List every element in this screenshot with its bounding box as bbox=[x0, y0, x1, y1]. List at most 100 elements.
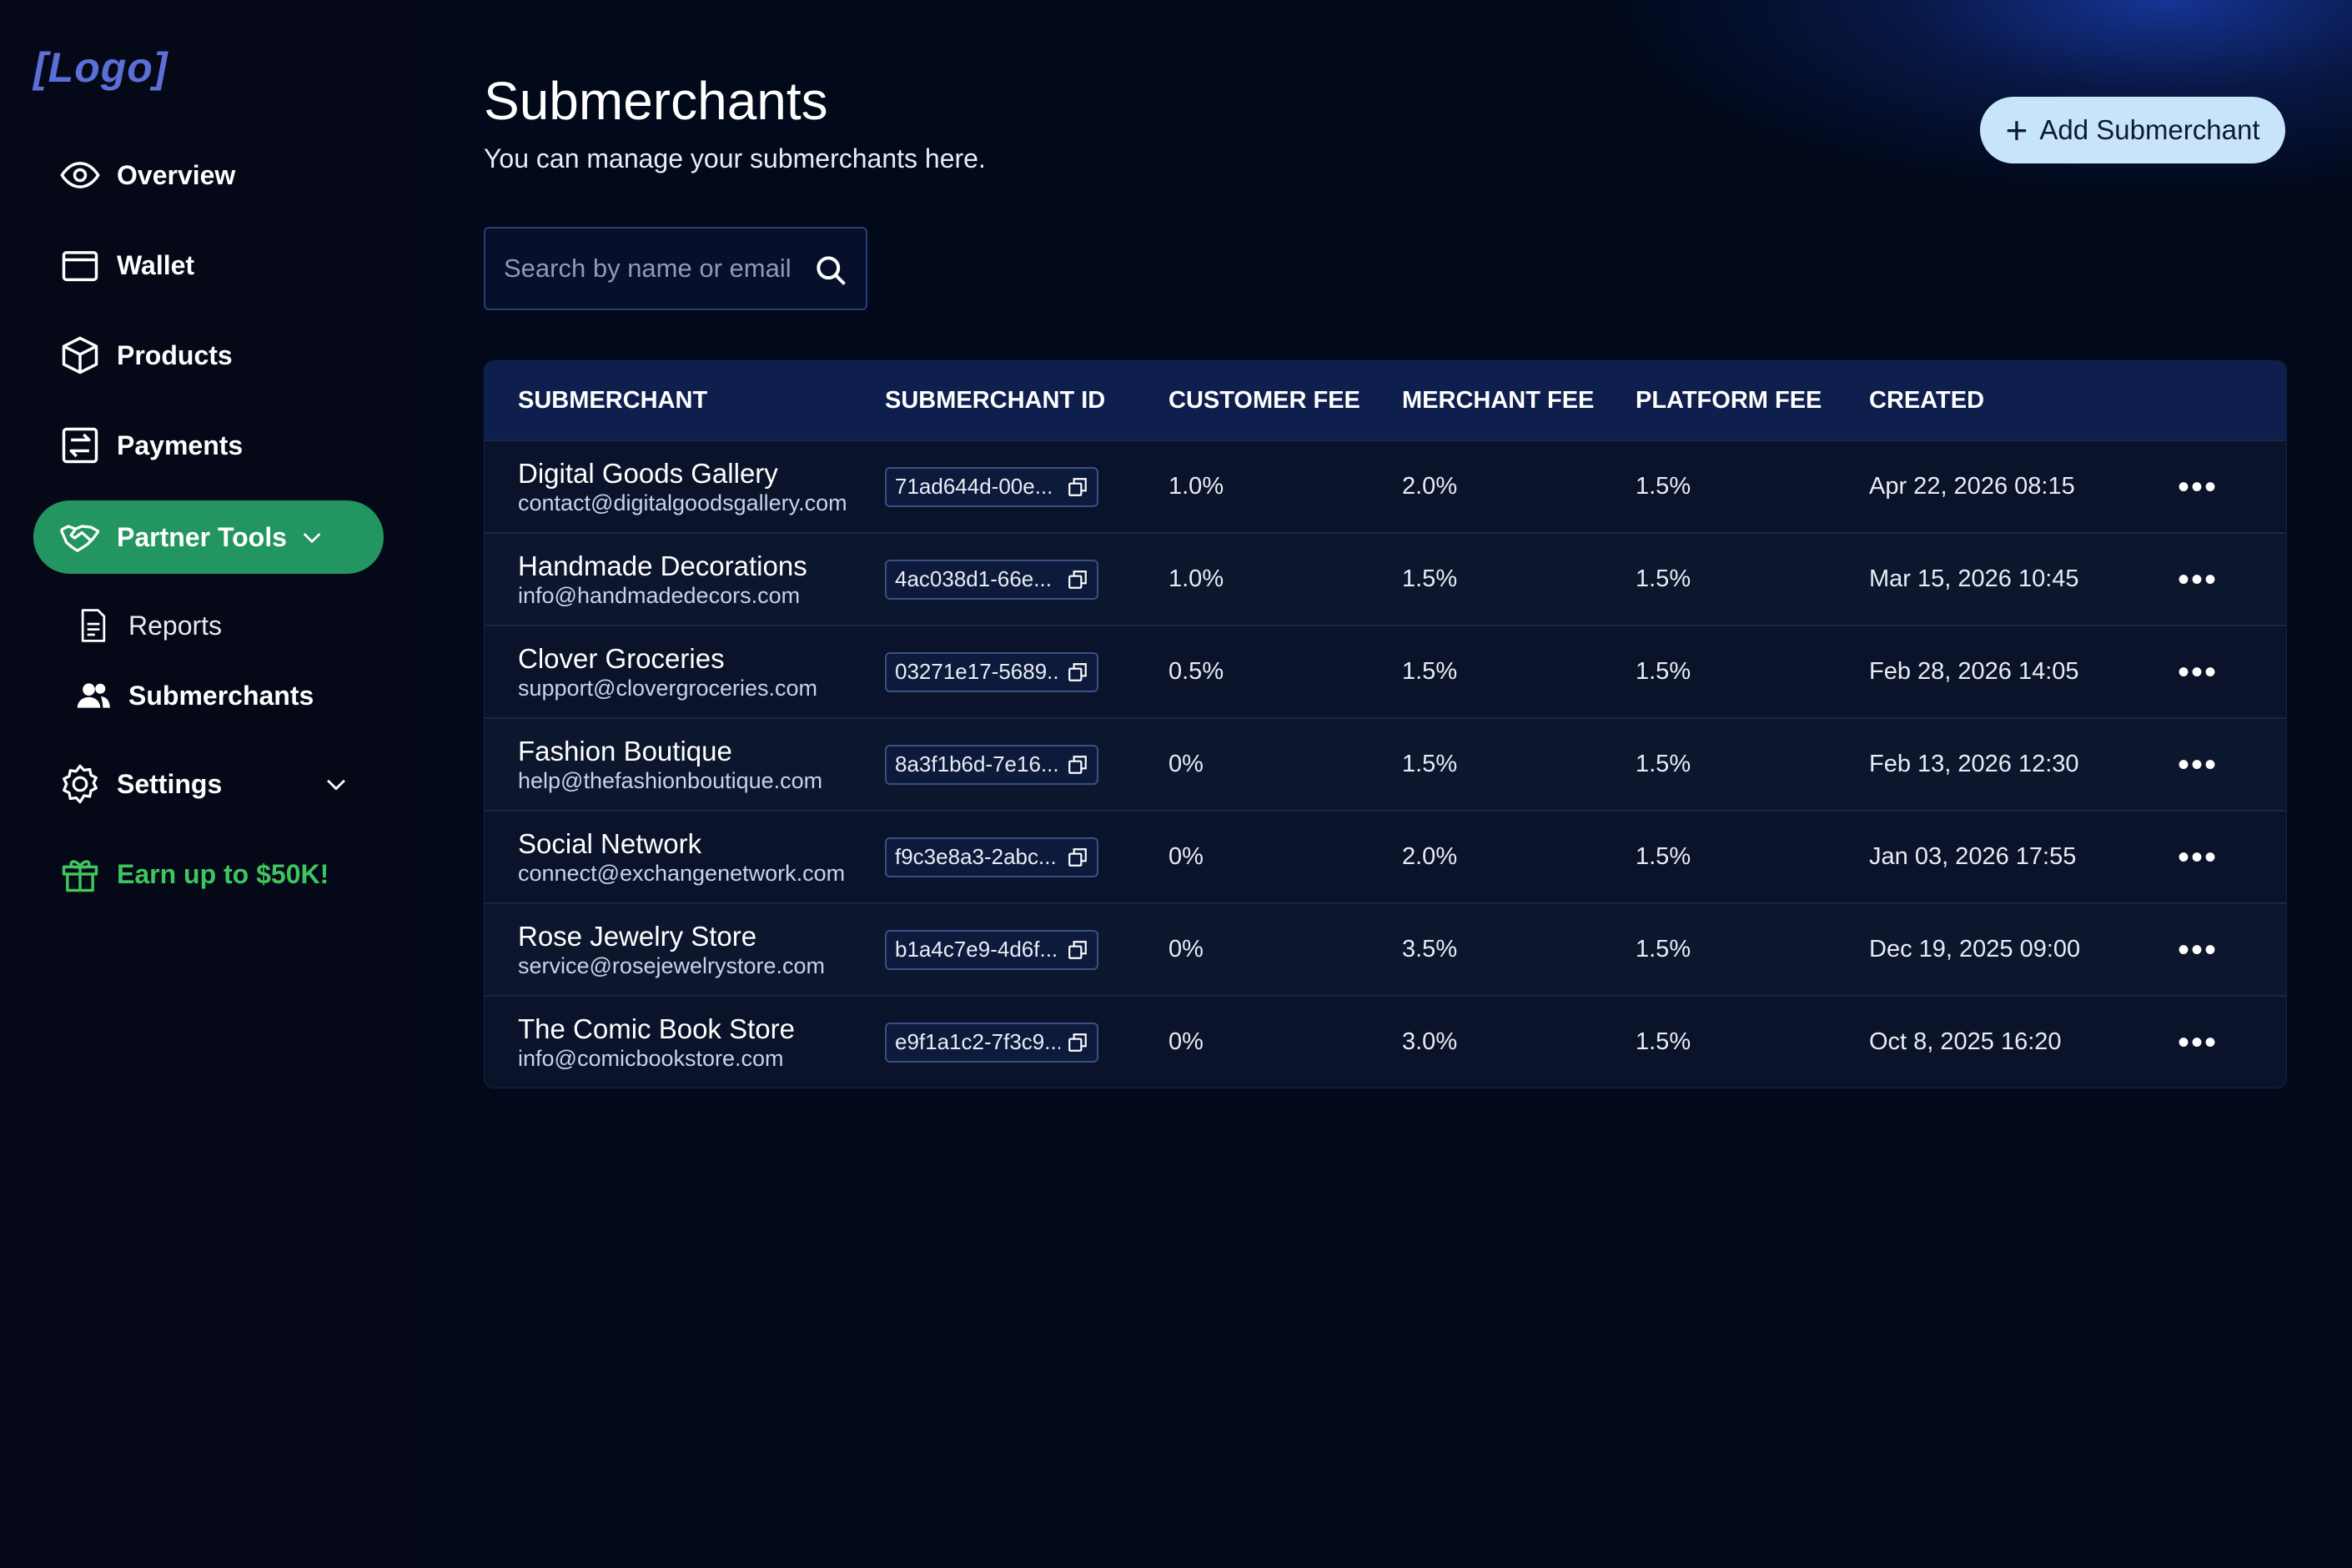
submerchant-id: 03271e17-5689... bbox=[895, 659, 1060, 684]
copy-icon[interactable] bbox=[1060, 661, 1088, 683]
logo[interactable]: [Logo] bbox=[33, 43, 168, 92]
created-date: Mar 15, 2026 10:45 bbox=[1869, 565, 2079, 592]
sidebar-item-wallet[interactable]: Wallet bbox=[33, 229, 384, 302]
add-submerchant-button[interactable]: + Add Submerchant bbox=[1980, 97, 2285, 163]
merchant-fee: 1.5% bbox=[1402, 751, 1458, 777]
sidebar-item-label: Wallet bbox=[117, 249, 195, 280]
handshake-icon bbox=[57, 514, 103, 560]
submerchant-id: 4ac038d1-66e... bbox=[895, 566, 1052, 591]
submerchant-id: f9c3e8a3-2abc... bbox=[895, 844, 1057, 869]
sidebar-item-overview[interactable]: Overview bbox=[33, 138, 384, 212]
sidebar-item-settings[interactable]: Settings bbox=[33, 747, 384, 821]
submerchant-id-chip[interactable]: 71ad644d-00e... bbox=[885, 466, 1098, 507]
sidebar-item-payments[interactable]: Payments bbox=[33, 409, 384, 482]
submerchant-id-cell: 4ac038d1-66e... bbox=[885, 559, 1168, 600]
submerchant-id-chip[interactable]: f9c3e8a3-2abc... bbox=[885, 837, 1098, 877]
submerchant-id-chip[interactable]: 8a3f1b6d-7e16... bbox=[885, 744, 1098, 785]
box-icon bbox=[57, 332, 103, 379]
copy-icon[interactable] bbox=[1060, 847, 1088, 868]
merchant-fee: 3.5% bbox=[1402, 936, 1458, 962]
submerchant-id-cell: b1a4c7e9-4d6f... bbox=[885, 929, 1168, 970]
sidebar-subitem-label: Reports bbox=[128, 610, 223, 641]
copy-icon[interactable] bbox=[1060, 569, 1088, 591]
submerchant-name[interactable]: Handmade Decorations bbox=[518, 550, 885, 581]
more-dots-icon[interactable]: ••• bbox=[2178, 470, 2218, 504]
submerchant-cell: The Comic Book Store info@comicbookstore.… bbox=[485, 1013, 885, 1071]
submerchant-id-cell: 03271e17-5689... bbox=[885, 651, 1168, 692]
submerchant-cell: Clover Groceries support@clovergroceries.… bbox=[485, 643, 885, 701]
sidebar-subitem-label: Submerchants bbox=[128, 680, 314, 711]
submerchant-name[interactable]: Clover Groceries bbox=[518, 643, 885, 674]
table-row[interactable]: Clover Groceries support@clovergroceries.… bbox=[485, 625, 2286, 717]
eye-icon bbox=[57, 152, 103, 199]
column-header-customer-fee[interactable]: CUSTOMER FEE bbox=[1168, 387, 1402, 415]
more-dots-icon[interactable]: ••• bbox=[2178, 748, 2218, 781]
submerchant-id-cell: 8a3f1b6d-7e16... bbox=[885, 744, 1168, 785]
search-box bbox=[484, 227, 867, 310]
submerchant-name[interactable]: Digital Goods Gallery bbox=[518, 458, 885, 489]
submerchant-id-cell: f9c3e8a3-2abc... bbox=[885, 837, 1168, 877]
customer-fee: 0% bbox=[1168, 1028, 1204, 1055]
submerchant-id-chip[interactable]: b1a4c7e9-4d6f... bbox=[885, 929, 1098, 970]
platform-fee: 1.5% bbox=[1636, 473, 1691, 500]
sidebar-item-partner-tools[interactable]: Partner Tools bbox=[33, 500, 384, 574]
table-row[interactable]: Fashion Boutique help@thefashionboutique.… bbox=[485, 717, 2286, 810]
copy-icon[interactable] bbox=[1060, 476, 1088, 498]
sidebar-item-label: Overview bbox=[117, 159, 236, 190]
app-root: [Logo] Overview Wallet Products Payments bbox=[0, 0, 2352, 1568]
search-input[interactable] bbox=[502, 253, 806, 284]
platform-fee: 1.5% bbox=[1636, 936, 1691, 962]
table-row[interactable]: Digital Goods Gallery contact@digitalgood… bbox=[485, 440, 2286, 532]
submerchant-email: contact@digitalgoodsgallery.com bbox=[518, 490, 847, 515]
submerchant-id-chip[interactable]: 4ac038d1-66e... bbox=[885, 559, 1098, 600]
submerchant-id-cell: 71ad644d-00e... bbox=[885, 466, 1168, 507]
sidebar-promo-earn[interactable]: Earn up to $50K! bbox=[33, 837, 384, 911]
submerchant-name[interactable]: Social Network bbox=[518, 828, 885, 859]
submerchant-id-cell: e9f1a1c2-7f3c9... bbox=[885, 1022, 1168, 1063]
more-dots-icon[interactable]: ••• bbox=[2178, 1026, 2218, 1059]
copy-icon[interactable] bbox=[1060, 754, 1088, 776]
submerchant-id-chip[interactable]: e9f1a1c2-7f3c9... bbox=[885, 1022, 1098, 1063]
table-row[interactable]: The Comic Book Store info@comicbookstore.… bbox=[485, 995, 2286, 1088]
page-subtitle: You can manage your submerchants here. bbox=[484, 143, 986, 173]
submerchant-name[interactable]: Fashion Boutique bbox=[518, 736, 885, 766]
add-submerchant-label: Add Submerchant bbox=[2039, 114, 2260, 145]
copy-icon[interactable] bbox=[1060, 939, 1088, 961]
more-dots-icon[interactable]: ••• bbox=[2178, 933, 2218, 967]
column-header-submerchant[interactable]: SUBMERCHANT bbox=[485, 387, 885, 415]
table-row[interactable]: Social Network connect@exchangenetwork.co… bbox=[485, 810, 2286, 902]
wallet-icon bbox=[57, 242, 103, 289]
more-dots-icon[interactable]: ••• bbox=[2178, 563, 2218, 596]
column-header-platform-fee[interactable]: PLATFORM FEE bbox=[1636, 387, 1869, 415]
users-icon bbox=[73, 676, 113, 716]
table-header: SUBMERCHANT SUBMERCHANT ID CUSTOMER FEE … bbox=[485, 361, 2286, 440]
submerchant-email: help@thefashionboutique.com bbox=[518, 767, 823, 793]
created-date: Apr 22, 2026 08:15 bbox=[1869, 473, 2075, 500]
chevron-down-icon bbox=[303, 533, 321, 544]
more-dots-icon[interactable]: ••• bbox=[2178, 841, 2218, 874]
column-header-created[interactable]: CREATED bbox=[1869, 387, 2178, 415]
sidebar-item-products[interactable]: Products bbox=[33, 319, 384, 392]
sidebar-subitem-submerchants[interactable]: Submerchants bbox=[73, 669, 374, 722]
search-icon[interactable] bbox=[812, 252, 849, 289]
column-header-merchant-fee[interactable]: MERCHANT FEE bbox=[1402, 387, 1636, 415]
header-glow bbox=[1101, 0, 2352, 350]
created-date: Oct 8, 2025 16:20 bbox=[1869, 1028, 2062, 1055]
platform-fee: 1.5% bbox=[1636, 751, 1691, 777]
submerchant-email: info@handmadedecors.com bbox=[518, 582, 801, 608]
sidebar-item-label: Products bbox=[117, 339, 233, 370]
customer-fee: 1.0% bbox=[1168, 565, 1224, 592]
sidebar-promo-label: Earn up to $50K! bbox=[117, 858, 329, 889]
table-row[interactable]: Handmade Decorations info@handmadedecors.… bbox=[485, 532, 2286, 625]
more-dots-icon[interactable]: ••• bbox=[2178, 656, 2218, 689]
submerchant-name[interactable]: Rose Jewelry Store bbox=[518, 921, 885, 952]
document-icon bbox=[73, 606, 113, 646]
sidebar-subitem-reports[interactable]: Reports bbox=[73, 599, 374, 652]
submerchant-id-chip[interactable]: 03271e17-5689... bbox=[885, 651, 1098, 692]
submerchant-name[interactable]: The Comic Book Store bbox=[518, 1013, 885, 1044]
copy-icon[interactable] bbox=[1060, 1032, 1088, 1053]
column-header-submerchant-id[interactable]: SUBMERCHANT ID bbox=[885, 387, 1168, 415]
table-row[interactable]: Rose Jewelry Store service@rosejewelrysto… bbox=[485, 902, 2286, 995]
submerchant-cell: Handmade Decorations info@handmadedecors.… bbox=[485, 550, 885, 608]
merchant-fee: 2.0% bbox=[1402, 843, 1458, 870]
